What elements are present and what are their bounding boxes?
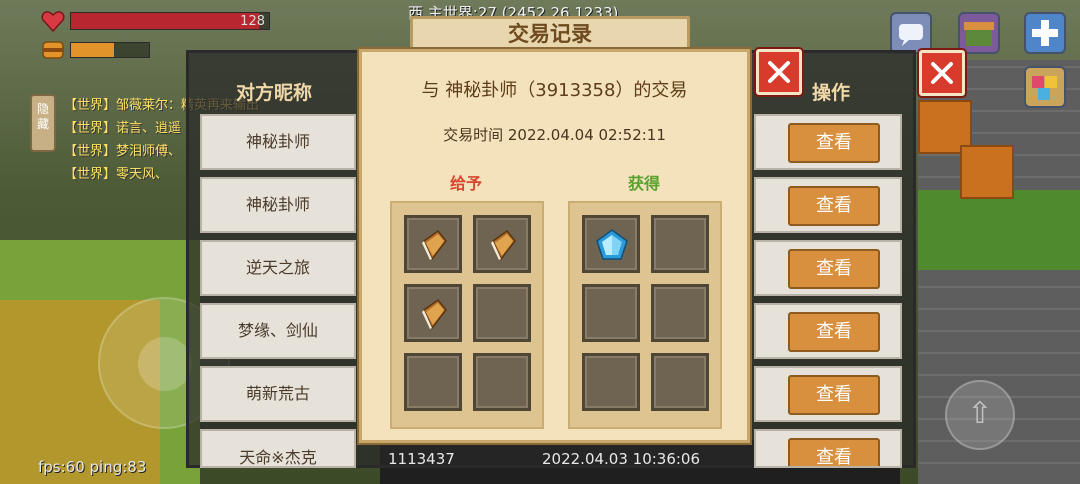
row-name: 梦缘、剑仙 (200, 303, 356, 359)
row-action-cell: 查看 (754, 429, 902, 468)
col-head-nickname: 对方昵称 (236, 82, 313, 104)
jump-button[interactable]: ⇧ (945, 380, 1015, 450)
row-name: 天命※杰克 (200, 429, 356, 468)
give-label: 给予 (450, 174, 483, 193)
row-action-cell: 查看 (754, 114, 902, 170)
plus-icon (1032, 20, 1058, 46)
row-name: 神秘卦师 (200, 114, 356, 170)
give-slot-empty[interactable] (404, 353, 462, 411)
get-slot-empty[interactable] (651, 215, 709, 273)
get-slot-empty[interactable] (651, 353, 709, 411)
give-slot[interactable] (404, 284, 462, 342)
give-slot[interactable] (473, 215, 531, 273)
view-button[interactable]: 查看 (788, 123, 880, 163)
row-name: 神秘卦师 (200, 177, 356, 233)
chat-bubble-icon (899, 24, 923, 46)
row-action-cell: 查看 (754, 240, 902, 296)
view-button[interactable]: 查看 (788, 438, 880, 466)
close-icon (768, 61, 790, 83)
book-icon (422, 298, 447, 330)
chat-hide-button[interactable]: 隐藏 (30, 94, 56, 152)
hunger-bar-fill (71, 43, 114, 57)
row-name: 萌新荒古 (200, 366, 356, 422)
health-bar: 128 (70, 12, 270, 30)
chat-bubble-button[interactable] (890, 12, 932, 54)
row-action-cell: 查看 (754, 366, 902, 422)
get-slot-empty[interactable] (582, 284, 640, 342)
book-icon (491, 229, 516, 261)
row-player-id: 1113437 (388, 450, 455, 468)
joystick-knob[interactable] (138, 337, 192, 391)
add-button[interactable] (1024, 12, 1066, 54)
shop-icon (964, 22, 994, 46)
col-head-action: 操作 (812, 82, 851, 104)
give-slot-empty[interactable] (473, 284, 531, 342)
trade-detail-title: 与 神秘卦师（3913358）的交易 (421, 80, 688, 101)
row-action-cell: 查看 (754, 177, 902, 233)
close-icon (931, 62, 953, 84)
view-button[interactable]: 查看 (788, 312, 880, 352)
diamond-icon (596, 229, 628, 260)
get-slot[interactable] (582, 215, 640, 273)
get-slot-empty[interactable] (582, 353, 640, 411)
row-trade-time: 2022.04.03 10:36:06 (542, 450, 701, 468)
row-action-cell: 查看 (754, 303, 902, 359)
world-grass-right (918, 190, 1080, 270)
detail-close-button[interactable] (756, 49, 802, 95)
blocks-button[interactable] (1024, 66, 1066, 108)
give-slot-empty[interactable] (473, 353, 531, 411)
cubes-icon (1032, 76, 1057, 100)
health-bar-fill (71, 13, 260, 29)
give-slot[interactable] (404, 215, 462, 273)
view-button[interactable]: 查看 (788, 186, 880, 226)
food-icon (42, 41, 64, 59)
shop-button[interactable] (958, 12, 1000, 54)
view-button[interactable]: 查看 (788, 375, 880, 415)
fps-readout: fps:60 ping:83 (38, 458, 147, 476)
record-close-button[interactable] (919, 50, 965, 96)
trade-detail-popup: 与 神秘卦师（3913358）的交易 交易时间 2022.04.04 02:52… (359, 49, 750, 443)
view-button[interactable]: 查看 (788, 249, 880, 289)
get-item-grid (568, 201, 722, 429)
book-icon (422, 229, 447, 261)
get-label: 获得 (628, 174, 661, 193)
trade-record-title: 交易记录 (410, 16, 690, 52)
health-value: 128 (240, 14, 265, 29)
trade-detail-time: 交易时间 2022.04.04 02:52:11 (443, 126, 666, 144)
heart-icon (41, 11, 65, 32)
give-item-grid (390, 201, 544, 429)
row-name: 逆天之旅 (200, 240, 356, 296)
get-slot-empty[interactable] (651, 284, 709, 342)
pumpkin-block (960, 145, 1014, 199)
hunger-bar (70, 42, 150, 58)
